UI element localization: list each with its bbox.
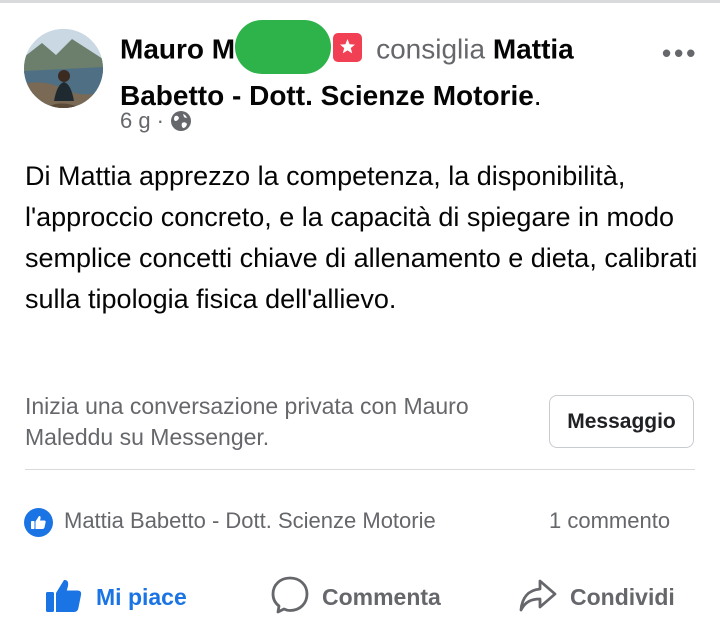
like-label: Mi piace <box>96 583 187 610</box>
recommend-verb: consiglia <box>376 33 486 65</box>
message-button[interactable]: Messaggio <box>549 395 694 448</box>
share-label: Condividi <box>570 583 675 610</box>
redaction-mark <box>235 20 332 74</box>
thumbs-up-icon <box>44 575 84 620</box>
globe-icon <box>170 110 192 132</box>
messenger-prompt: Inizia una conversazione privata con Mau… <box>25 393 469 450</box>
reactions-names[interactable]: Mattia Babetto - Dott. Scienze Motorie <box>64 506 436 536</box>
comments-count[interactable]: 1 commento <box>549 506 670 536</box>
like-reaction-icon[interactable] <box>24 508 53 537</box>
top-divider <box>0 0 720 3</box>
share-arrow-icon <box>518 575 558 620</box>
comment-bubble-icon <box>270 575 310 620</box>
share-button[interactable]: Condividi <box>518 575 675 619</box>
post-timestamp[interactable]: 6 g <box>120 108 151 134</box>
post-header: Mauro Mconsiglia Mattia Babetto - Dott. … <box>120 20 635 114</box>
meta-separator: · <box>156 108 164 133</box>
comment-button[interactable]: Commenta <box>270 575 441 619</box>
avatar[interactable] <box>24 29 103 108</box>
post-meta: 6 g · <box>120 107 192 135</box>
more-options-icon[interactable]: ••• <box>662 38 698 69</box>
like-button[interactable]: Mi piace <box>44 575 187 619</box>
post-body: Di Mattia apprezzo la competenza, la dis… <box>25 161 698 314</box>
section-divider <box>25 469 695 470</box>
recommend-icon <box>333 32 363 62</box>
header-period: . <box>533 80 542 111</box>
comment-label: Commenta <box>322 583 441 610</box>
author-name[interactable]: Mauro M <box>120 33 235 64</box>
